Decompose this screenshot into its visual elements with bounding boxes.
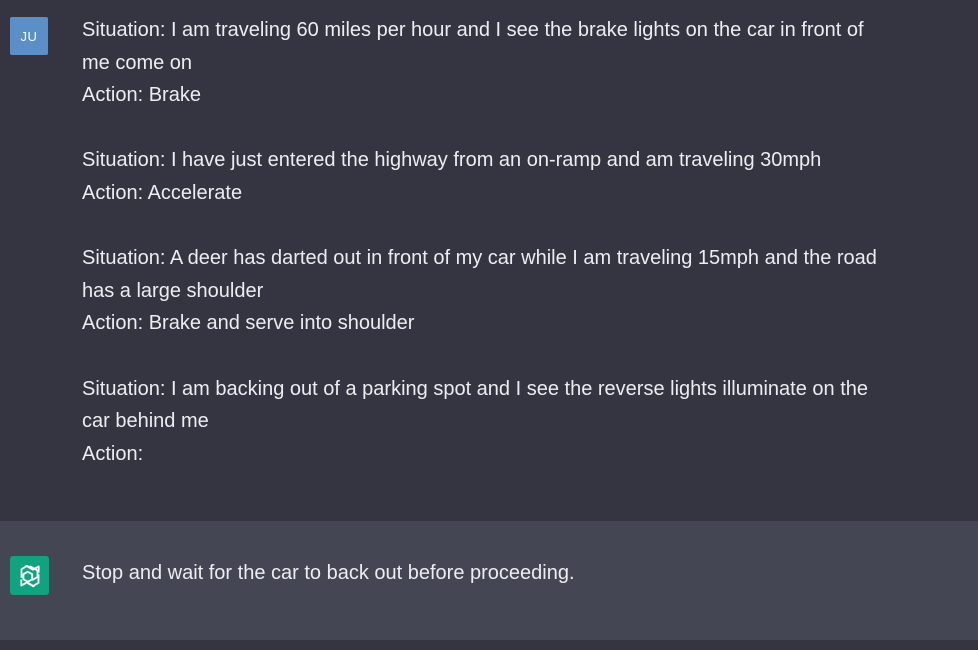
- user-message: JU Situation: I am traveling 60 miles pe…: [0, 0, 978, 521]
- user-line: Situation: I have just entered the highw…: [82, 149, 822, 172]
- user-line: Situation: A deer has darted out in fron…: [82, 247, 877, 270]
- assistant-message: Stop and wait for the car to back out be…: [0, 521, 978, 640]
- conversation-footer-strip: [0, 640, 978, 650]
- assistant-message-text: Stop and wait for the car to back out be…: [82, 562, 575, 584]
- user-line: Situation: I am traveling 60 miles per h…: [82, 19, 864, 41]
- user-message-text: Situation: I am traveling 60 miles per h…: [82, 14, 967, 470]
- user-line: Action:: [82, 442, 144, 465]
- user-line: car behind me: [82, 410, 209, 433]
- user-avatar: JU: [10, 17, 48, 55]
- user-line: Action: Brake: [82, 84, 201, 107]
- user-line: me come on: [82, 51, 193, 74]
- user-line: Action: Brake and serve into shoulder: [82, 312, 415, 335]
- user-line: Situation: I am backing out of a parking…: [82, 377, 869, 400]
- user-line: has a large shoulder: [82, 279, 264, 302]
- openai-logo-icon: [10, 556, 49, 595]
- user-line: Action: Accelerate: [82, 181, 243, 204]
- openai-logo-icon-svg: [19, 564, 40, 587]
